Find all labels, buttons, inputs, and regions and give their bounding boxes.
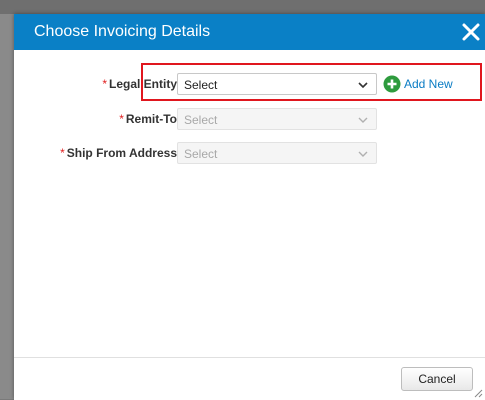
remit-to-select[interactable]: Select	[177, 108, 377, 130]
invoicing-details-dialog: Choose Invoicing Details * Legal Entity S…	[14, 14, 485, 400]
backdrop-left	[0, 14, 14, 399]
ship-from-address-row: * Ship From Address Select	[14, 142, 485, 166]
required-marker: *	[102, 77, 107, 91]
required-marker: *	[60, 146, 65, 160]
dialog-header: Choose Invoicing Details	[14, 14, 485, 50]
ship-from-address-select[interactable]: Select	[177, 142, 377, 164]
highlight-annotation-box	[141, 63, 482, 101]
backdrop	[0, 0, 485, 14]
remit-to-label: * Remit-To	[119, 112, 177, 126]
chevron-down-icon	[358, 151, 368, 157]
chevron-down-icon	[358, 117, 368, 123]
remit-to-row: * Remit-To Select	[14, 108, 485, 132]
cancel-button[interactable]: Cancel	[401, 367, 473, 391]
required-marker: *	[119, 112, 124, 126]
ship-from-address-label: * Ship From Address	[60, 146, 177, 160]
dialog-title: Choose Invoicing Details	[34, 23, 211, 40]
dialog-footer: Cancel	[14, 357, 485, 400]
remit-to-select-value: Select	[184, 113, 218, 127]
resize-grip-icon[interactable]	[473, 388, 483, 398]
close-icon[interactable]	[459, 20, 483, 44]
ship-from-address-select-value: Select	[184, 147, 218, 161]
